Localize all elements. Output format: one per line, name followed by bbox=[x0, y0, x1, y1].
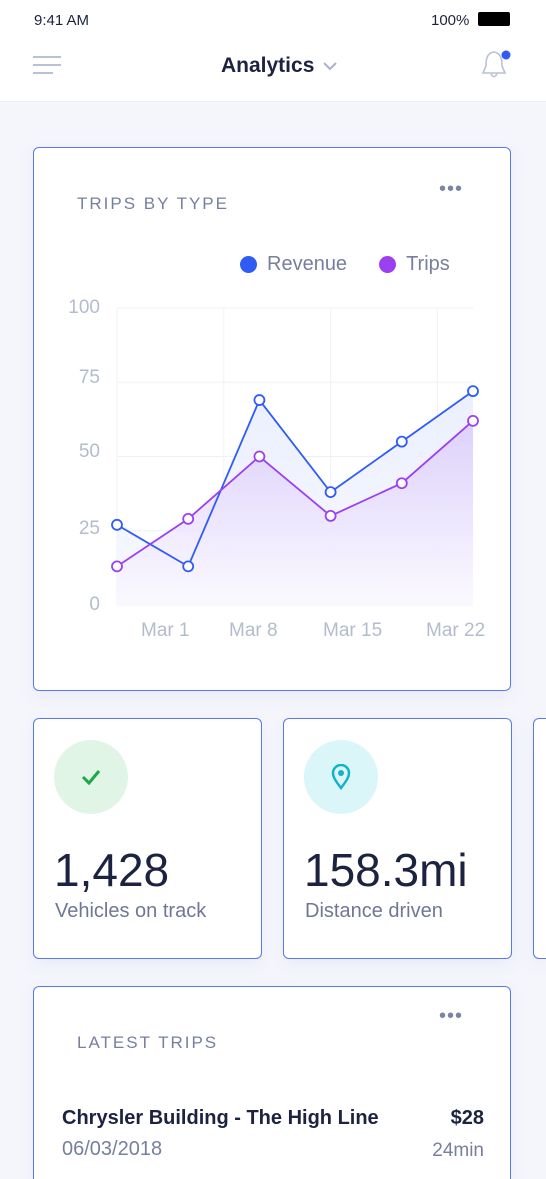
point-trips bbox=[111, 560, 123, 573]
point-trips bbox=[253, 450, 266, 463]
notification-dot bbox=[501, 50, 511, 60]
hamburger-icon[interactable] bbox=[33, 56, 61, 76]
chevron-down-icon bbox=[323, 62, 338, 71]
point-revenue bbox=[253, 394, 266, 406]
trips-chart-card: TRIPS BY TYPE ••• Revenue Trips 100 75 5… bbox=[33, 147, 511, 691]
more-options-button[interactable]: ••• bbox=[439, 1005, 463, 1028]
point-trips bbox=[182, 512, 195, 525]
stat-card-vehicles[interactable]: 1,428 Vehicles on track bbox=[33, 718, 262, 959]
trip-date: 06/03/2018 bbox=[62, 1138, 163, 1160]
point-trips bbox=[324, 509, 337, 522]
map-pin-icon bbox=[304, 740, 378, 814]
stat-value: 1,428 bbox=[54, 844, 170, 896]
top-bar: 9:41 AM 100% Analytics bbox=[0, 0, 546, 102]
battery-percent: 100% bbox=[431, 12, 470, 29]
stat-card-distance[interactable]: 158.3mi Distance driven bbox=[283, 718, 512, 959]
stat-label: Distance driven bbox=[305, 900, 443, 922]
trip-name: Chrysler Building - The High Line bbox=[62, 1107, 379, 1129]
point-revenue bbox=[395, 435, 408, 448]
stat-card-partial[interactable] bbox=[533, 718, 546, 959]
card-title: LATEST TRIPS bbox=[77, 1033, 219, 1052]
latest-trips-card: LATEST TRIPS ••• Chrysler Building - The… bbox=[33, 986, 511, 1179]
trip-duration: 24min bbox=[432, 1140, 484, 1161]
trip-row[interactable]: Chrysler Building - The High Line 06/03/… bbox=[62, 1107, 484, 1171]
stat-label: Vehicles on track bbox=[55, 900, 207, 922]
stat-value: 158.3mi bbox=[304, 844, 468, 896]
point-revenue bbox=[182, 560, 195, 573]
point-trips bbox=[467, 414, 479, 427]
status-time: 9:41 AM bbox=[34, 12, 90, 29]
analytics-dropdown[interactable]: Analytics bbox=[221, 54, 338, 78]
point-revenue bbox=[467, 385, 479, 398]
bell-icon[interactable] bbox=[478, 46, 514, 82]
point-revenue bbox=[324, 486, 337, 499]
point-revenue bbox=[111, 518, 123, 531]
page-title: Analytics bbox=[221, 54, 315, 77]
trip-price: $28 bbox=[450, 1107, 484, 1129]
point-trips bbox=[395, 477, 408, 490]
check-icon bbox=[54, 740, 128, 814]
line-chart bbox=[111, 307, 479, 606]
battery-icon bbox=[478, 12, 510, 26]
